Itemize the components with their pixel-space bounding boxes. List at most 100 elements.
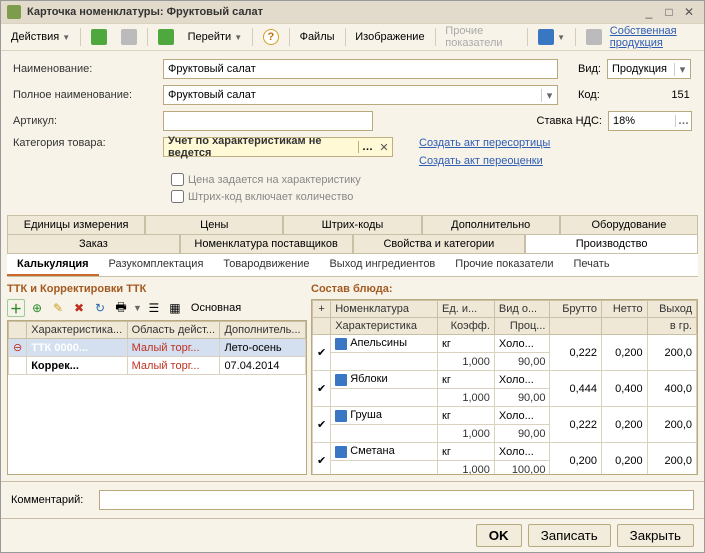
table-row[interactable]: ⊖ТТК 0000...Малый торг...Лето-осень	[9, 339, 306, 357]
comment-area: Комментарий:	[1, 481, 704, 518]
ok-button[interactable]: OK	[476, 524, 522, 547]
minimize-button[interactable]: _	[640, 5, 658, 20]
chevron-down-icon[interactable]: ▾	[541, 89, 557, 102]
tab-Единицы измерения[interactable]: Единицы измерения	[7, 215, 145, 234]
ttk-toolbar: ＋ ⊕ ✎ ✖ ↻ 🖶 ▼ ☰ ▦ Основная	[7, 299, 307, 317]
expand-all-button[interactable]: +	[313, 301, 331, 318]
column-header[interactable]: Выход	[647, 301, 696, 318]
tab-Цены[interactable]: Цены	[145, 215, 283, 234]
tab-Номенклатура поставщиков[interactable]: Номенклатура поставщиков	[180, 234, 353, 253]
delete-button[interactable]: ✖	[70, 299, 88, 317]
footer: OK Записать Закрыть	[1, 518, 704, 552]
help-icon: ?	[263, 29, 279, 45]
print-button[interactable]: 🖶	[112, 299, 130, 317]
column-header[interactable]: Дополнитель...	[220, 322, 306, 339]
column-header[interactable]: Характеристика...	[27, 322, 127, 339]
files-button[interactable]: Файлы	[294, 28, 341, 46]
toolbar-btn-doc[interactable]	[580, 26, 608, 48]
column-header[interactable]: Область дейст...	[127, 322, 220, 339]
tag-icon	[538, 29, 554, 45]
maximize-button[interactable]: □	[660, 5, 678, 20]
actions-menu[interactable]: Действия▼	[5, 28, 76, 46]
column-header[interactable]: Ед. и...	[438, 301, 495, 318]
filter-button[interactable]: ☰	[145, 299, 163, 317]
column-header[interactable]: Номенклатура	[331, 301, 438, 318]
close-button[interactable]: Закрыть	[617, 524, 694, 547]
row-checkbox[interactable]: ✔	[313, 443, 331, 476]
code-label: Код:	[578, 89, 600, 101]
app-icon	[7, 5, 21, 19]
help-button[interactable]: ?	[257, 26, 285, 48]
toolbar-btn-1[interactable]	[85, 26, 113, 48]
category-input[interactable]: Учет по характеристикам не ведется … ✕	[163, 137, 393, 157]
ellipsis-button[interactable]: …	[358, 141, 376, 153]
close-window-button[interactable]: ✕	[680, 5, 698, 20]
subtab-Товародвижение[interactable]: Товародвижение	[213, 254, 319, 276]
chevron-down-icon[interactable]: ▾	[674, 63, 690, 76]
vat-select[interactable]: 18%…	[608, 111, 692, 131]
tabs-level-1: Единицы измеренияЦеныШтрих-кодыДополните…	[7, 215, 698, 253]
refresh-button[interactable]: ↻	[91, 299, 109, 317]
table-row[interactable]: Коррек...Малый торг...07.04.2014	[9, 357, 306, 375]
article-input[interactable]	[163, 111, 373, 131]
tab-Свойства и категории[interactable]: Свойства и категории	[353, 234, 526, 253]
goto-menu[interactable]: Перейти▼	[182, 28, 249, 46]
toolbar-btn-2[interactable]	[115, 26, 143, 48]
extra-button[interactable]: ▦	[166, 299, 184, 317]
table-row[interactable]: ✔АпельсиныкгХоло...0,2220,200200,0	[313, 335, 697, 353]
price-on-characteristic-checkbox[interactable]	[171, 173, 184, 186]
save-button[interactable]: Записать	[528, 524, 611, 547]
subtab-Разукомплектация[interactable]: Разукомплектация	[99, 254, 214, 276]
tab-Оборудование[interactable]: Оборудование	[560, 215, 698, 234]
column-header[interactable]: Вид о...	[494, 301, 550, 318]
ttk-grid[interactable]: Характеристика...Область дейст...Дополни…	[7, 320, 307, 475]
toolbar-btn-3[interactable]	[152, 26, 180, 48]
ttk-panel: ТТК и Корректировки ТТК ＋ ⊕ ✎ ✖ ↻ 🖶 ▼ ☰ …	[7, 283, 307, 475]
name-input[interactable]	[163, 59, 558, 79]
row-checkbox[interactable]: ✔	[313, 371, 331, 407]
window: Карточка номенклатуры: Фруктовый салат _…	[0, 0, 705, 553]
add-button[interactable]: ＋	[7, 299, 25, 317]
save-icon	[91, 29, 107, 45]
table-row[interactable]: ✔ГрушакгХоло...0,2220,200200,0	[313, 407, 697, 425]
article-label: Артикул:	[13, 115, 155, 127]
row-checkbox[interactable]: ✔	[313, 335, 331, 371]
composition-panel: Состав блюда: +НоменклатураЕд. и...Вид о…	[311, 283, 698, 475]
barcode-includes-qty-checkbox[interactable]	[171, 190, 184, 203]
column-header[interactable]: Нетто	[602, 301, 648, 318]
other-indicators-button[interactable]: Прочие показатели	[439, 22, 523, 52]
subtab-Калькуляция[interactable]: Калькуляция	[7, 254, 99, 276]
own-production-link[interactable]: Собственная продукция	[610, 25, 700, 49]
row-checkbox[interactable]: ✔	[313, 407, 331, 443]
create-reprice-link[interactable]: Создать акт переоценки	[419, 155, 550, 167]
table-row[interactable]: ✔СметанакгХоло...0,2000,200200,0	[313, 443, 697, 461]
clear-button[interactable]: ✕	[376, 141, 392, 154]
tab-Заказ[interactable]: Заказ	[7, 234, 180, 253]
create-resort-link[interactable]: Создать акт пересортицы	[419, 137, 550, 149]
tab-Дополнительно[interactable]: Дополнительно	[422, 215, 560, 234]
main-toolbar: Действия▼ Перейти▼ ? Файлы Изображение П…	[1, 23, 704, 51]
item-icon	[335, 410, 347, 422]
table-row[interactable]: ✔ЯблокикгХоло...0,4440,400400,0	[313, 371, 697, 389]
subtab-Выход ингредиентов[interactable]: Выход ингредиентов	[319, 254, 445, 276]
tab-Штрих-коды[interactable]: Штрих-коды	[283, 215, 421, 234]
ttk-title: ТТК и Корректировки ТТК	[7, 283, 307, 295]
form-area: Наименование: Вид: Продукция▾ Полное наи…	[1, 51, 704, 211]
subtab-Печать[interactable]: Печать	[564, 254, 620, 276]
ellipsis-icon[interactable]: …	[675, 115, 691, 127]
image-button[interactable]: Изображение	[349, 28, 430, 46]
comment-label: Комментарий:	[11, 494, 91, 506]
vid-select[interactable]: Продукция▾	[607, 59, 691, 79]
comment-input[interactable]	[99, 490, 694, 510]
tab-Производство[interactable]: Производство	[525, 234, 698, 253]
fullname-input[interactable]: Фруктовый салат▾	[163, 85, 558, 105]
composition-grid[interactable]: +НоменклатураЕд. и...Вид о...БруттоНетто…	[311, 299, 698, 475]
barcode-check-label: Штрих-код включает количество	[188, 191, 353, 203]
toolbar-btn-color[interactable]: ▼	[532, 26, 571, 48]
column-header[interactable]: Брутто	[550, 301, 602, 318]
category-label: Категория товара:	[13, 137, 155, 149]
edit-button[interactable]: ✎	[49, 299, 67, 317]
column-subheader: Коэфф.	[438, 318, 495, 335]
add-copy-button[interactable]: ⊕	[28, 299, 46, 317]
subtab-Прочие показатели[interactable]: Прочие показатели	[445, 254, 563, 276]
